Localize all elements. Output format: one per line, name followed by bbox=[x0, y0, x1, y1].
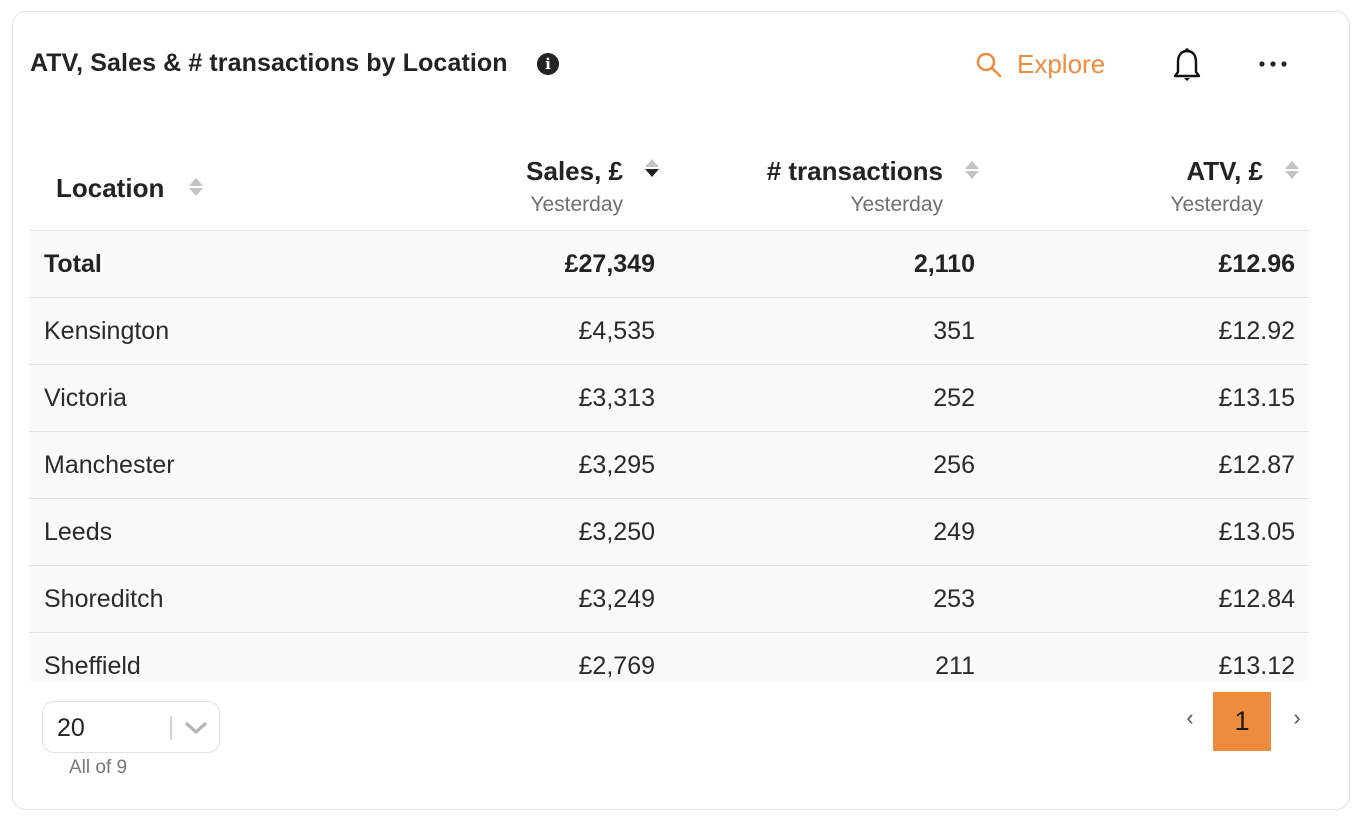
sort-sales-desc-icon[interactable] bbox=[645, 157, 659, 181]
column-sublabel: Yesterday bbox=[1170, 193, 1263, 216]
cell-atv: £13.12 bbox=[1218, 652, 1295, 680]
bell-icon[interactable] bbox=[1170, 47, 1204, 83]
cell-transactions: 2,110 bbox=[913, 250, 975, 278]
column-sublabel: Yesterday bbox=[850, 193, 943, 216]
cell-transactions: 351 bbox=[933, 317, 975, 345]
cell-transactions: 256 bbox=[933, 451, 975, 479]
cell-location: Manchester bbox=[44, 451, 175, 479]
table-row[interactable]: Victoria £3,313 252 £13.15 bbox=[29, 365, 1309, 432]
page-size-select[interactable]: 20 bbox=[42, 701, 220, 753]
page-button-current[interactable]: 1 bbox=[1213, 692, 1271, 751]
cell-sales: £3,295 bbox=[578, 451, 655, 479]
cell-sales: £3,313 bbox=[578, 384, 655, 412]
cell-sales: £3,250 bbox=[578, 518, 655, 546]
cell-location: Victoria bbox=[44, 384, 127, 412]
cell-transactions: 211 bbox=[935, 652, 975, 680]
explore-label: Explore bbox=[1017, 49, 1106, 79]
column-sublabel: Yesterday bbox=[530, 193, 623, 216]
column-label: ATV, £ bbox=[1186, 156, 1263, 186]
info-icon[interactable]: i bbox=[537, 53, 559, 75]
sort-location-icon[interactable] bbox=[189, 176, 203, 200]
cell-transactions: 252 bbox=[933, 384, 975, 412]
location-table: Location Sales, £ Yesterday # transactio… bbox=[29, 130, 1309, 681]
table-row[interactable]: Shoreditch £3,249 253 £12.84 bbox=[29, 566, 1309, 633]
chevron-down-icon[interactable] bbox=[184, 719, 208, 737]
prev-page-button[interactable]: ‹ bbox=[1180, 705, 1200, 731]
cell-location: Shoreditch bbox=[44, 585, 164, 613]
table-row[interactable]: Kensington £4,535 351 £12.92 bbox=[29, 298, 1309, 365]
cell-atv: £12.92 bbox=[1218, 317, 1295, 345]
table-header: Location Sales, £ Yesterday # transactio… bbox=[29, 130, 1309, 231]
cell-transactions: 249 bbox=[933, 518, 975, 546]
column-header-atv[interactable]: ATV, £ Yesterday bbox=[1170, 156, 1263, 217]
cell-location: Total bbox=[44, 250, 102, 278]
column-label: Location bbox=[56, 173, 165, 203]
cell-sales: £4,535 bbox=[578, 317, 655, 345]
sort-atv-icon[interactable] bbox=[1285, 159, 1299, 183]
table-row-total: Total £27,349 2,110 £12.96 bbox=[29, 231, 1309, 298]
next-page-button[interactable]: › bbox=[1287, 705, 1307, 731]
table-row[interactable]: Manchester £3,295 256 £12.87 bbox=[29, 432, 1309, 499]
search-icon bbox=[976, 52, 1002, 77]
page-size-value: 20 bbox=[57, 714, 85, 742]
cell-location: Sheffield bbox=[44, 652, 141, 680]
column-header-sales[interactable]: Sales, £ Yesterday bbox=[526, 156, 623, 217]
sort-transactions-icon[interactable] bbox=[965, 159, 979, 183]
column-header-transactions[interactable]: # transactions Yesterday bbox=[767, 156, 943, 217]
column-label: Sales, £ bbox=[526, 156, 623, 186]
cell-sales: £27,349 bbox=[564, 250, 655, 278]
cell-sales: £2,769 bbox=[578, 652, 655, 680]
explore-button[interactable]: Explore bbox=[975, 49, 1105, 80]
column-label: # transactions bbox=[766, 156, 943, 186]
more-horizontal-icon[interactable] bbox=[1256, 52, 1290, 76]
cell-atv: £13.05 bbox=[1218, 518, 1295, 546]
table-body[interactable]: Total £27,349 2,110 £12.96 Kensington £4… bbox=[29, 231, 1309, 681]
cell-location: Kensington bbox=[44, 317, 170, 345]
cell-atv: £13.15 bbox=[1218, 384, 1295, 412]
cell-transactions: 253 bbox=[933, 585, 975, 613]
cell-location: Leeds bbox=[44, 518, 113, 546]
cell-atv: £12.87 bbox=[1218, 451, 1295, 479]
table-row[interactable]: Sheffield £2,769 211 £13.12 bbox=[29, 633, 1309, 681]
column-header-location[interactable]: Location bbox=[56, 173, 164, 204]
cell-sales: £3,249 bbox=[578, 585, 655, 613]
select-divider bbox=[170, 716, 172, 740]
record-count: All of 9 bbox=[69, 757, 128, 778]
table-row[interactable]: Leeds £3,250 249 £13.05 bbox=[29, 499, 1309, 566]
cell-atv: £12.84 bbox=[1218, 585, 1295, 613]
cell-atv: £12.96 bbox=[1218, 250, 1295, 278]
widget-title: ATV, Sales & # transactions by Location bbox=[30, 49, 508, 77]
